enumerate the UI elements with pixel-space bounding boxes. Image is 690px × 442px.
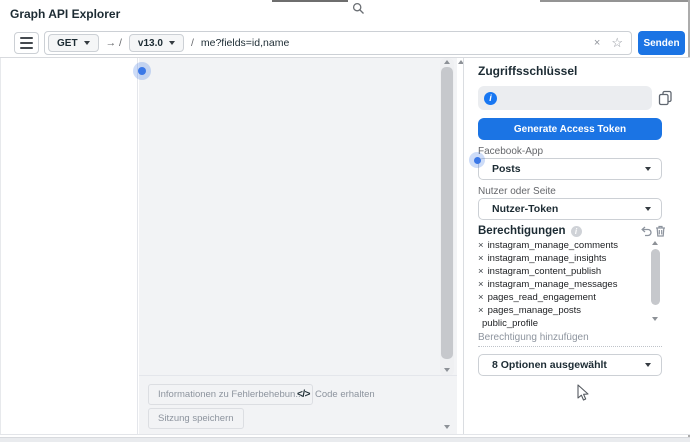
method-label: GET <box>57 38 78 49</box>
arrow-icon: → / <box>106 37 122 49</box>
request-path-input[interactable]: GET → / v13.0 / me?fields=id,name × ☆ <box>44 31 632 55</box>
version-dropdown[interactable]: v13.0 <box>129 34 184 52</box>
permission-name: instagram_content_publish <box>488 266 602 277</box>
scroll-down-icon[interactable] <box>444 425 450 429</box>
node-viewer-panel <box>0 58 138 434</box>
remove-permission-icon[interactable]: × <box>478 292 484 303</box>
top-edge-left <box>272 0 348 2</box>
footer-divider <box>139 375 457 376</box>
tour-pulse-dot[interactable] <box>133 62 151 80</box>
permission-item: × pages_read_engagement <box>478 292 596 303</box>
menu-icon[interactable] <box>14 32 39 54</box>
troubleshoot-button[interactable]: Informationen zu Fehlerbehebun... <box>148 384 313 405</box>
scrollbar-thumb[interactable] <box>441 67 453 359</box>
scroll-down-icon[interactable] <box>652 317 658 321</box>
save-session-button[interactable]: Sitzung speichern <box>148 408 244 429</box>
permission-name: pages_manage_posts <box>488 305 582 316</box>
remove-permission-icon[interactable]: × <box>478 279 484 290</box>
user-token-dropdown[interactable]: Nutzer-Token <box>478 198 662 220</box>
response-panel <box>139 58 457 434</box>
remove-permission-icon[interactable]: × <box>478 253 484 264</box>
page-title: Graph API Explorer <box>10 7 120 21</box>
trash-icon[interactable] <box>655 225 666 237</box>
caret-down-icon <box>645 207 651 211</box>
permission-name: instagram_manage_comments <box>488 240 618 251</box>
remove-permission-icon[interactable]: × <box>478 240 484 251</box>
permission-name: instagram_manage_messages <box>488 279 618 290</box>
permissions-heading: Berechtigungen <box>478 225 566 237</box>
top-edge-right <box>540 0 688 2</box>
remove-permission-icon[interactable]: × <box>478 305 484 316</box>
tour-pulse-dot[interactable] <box>469 152 485 168</box>
pulse-dot <box>474 157 481 164</box>
user-or-page-label: Nutzer oder Seite <box>478 186 556 197</box>
permission-item: × instagram_manage_comments <box>478 240 618 251</box>
method-dropdown[interactable]: GET <box>48 34 99 52</box>
mouse-cursor-icon <box>577 384 590 402</box>
add-permission-input[interactable]: Berechtigung hinzufügen <box>478 332 589 343</box>
permission-name: instagram_manage_insights <box>488 253 607 264</box>
copy-icon[interactable] <box>658 90 673 106</box>
star-icon[interactable]: ☆ <box>611 35 623 51</box>
facebook-app-value: Posts <box>492 163 645 175</box>
get-code-label: Code erhalten <box>315 389 375 400</box>
permission-item: × instagram_content_publish <box>478 266 601 277</box>
clear-icon[interactable]: × <box>594 37 600 49</box>
remove-permission-icon[interactable]: × <box>478 266 484 277</box>
permissions-heading-row: Berechtigungen i <box>478 225 582 237</box>
info-icon[interactable]: i <box>571 226 582 237</box>
send-button[interactable]: Senden <box>638 31 685 55</box>
selected-options-value: 8 Optionen ausgewählt <box>492 359 645 371</box>
permission-item: × instagram_manage_messages <box>478 279 617 290</box>
permissions-scrollbar-thumb[interactable] <box>651 249 660 305</box>
facebook-app-label: Facebook-App <box>478 146 543 157</box>
permission-item: × pages_manage_posts <box>478 305 581 316</box>
access-token-heading: Zugriffsschlüssel <box>478 64 577 78</box>
permission-item: × instagram_manage_insights <box>478 253 606 264</box>
get-code-button[interactable]: </> Code erhalten <box>297 384 375 405</box>
permission-name: pages_read_engagement <box>488 292 596 303</box>
scroll-up-icon[interactable] <box>444 60 450 64</box>
code-icon: </> <box>297 389 310 400</box>
info-icon[interactable]: i <box>484 92 497 105</box>
permission-name: public_profile <box>482 318 538 329</box>
scroll-down-icon[interactable] <box>444 368 450 372</box>
query-path-text[interactable]: me?fields=id,name <box>201 37 289 49</box>
caret-down-icon <box>645 167 651 171</box>
access-token-field[interactable]: i <box>478 86 652 110</box>
permission-item: public_profile <box>478 318 538 329</box>
scroll-up-icon[interactable] <box>652 241 658 245</box>
search-icon[interactable] <box>352 2 365 15</box>
caret-down-icon <box>169 41 175 45</box>
generate-access-token-button[interactable]: Generate Access Token <box>478 118 662 140</box>
dotted-separator <box>478 346 662 347</box>
version-label: v13.0 <box>138 38 163 49</box>
selected-options-dropdown[interactable]: 8 Optionen ausgewählt <box>478 354 662 376</box>
path-slash: / <box>191 37 194 49</box>
caret-down-icon <box>84 41 90 45</box>
pulse-dot <box>138 67 146 75</box>
caret-down-icon <box>645 363 651 367</box>
graph-api-explorer-window: Graph API Explorer GET → / v13.0 / me?fi… <box>0 0 690 442</box>
undo-icon[interactable] <box>640 226 652 237</box>
panels-bottom-border <box>0 434 690 435</box>
facebook-app-dropdown[interactable]: Posts <box>478 158 662 180</box>
page-footer-strip <box>0 437 690 442</box>
user-token-value: Nutzer-Token <box>492 203 645 215</box>
